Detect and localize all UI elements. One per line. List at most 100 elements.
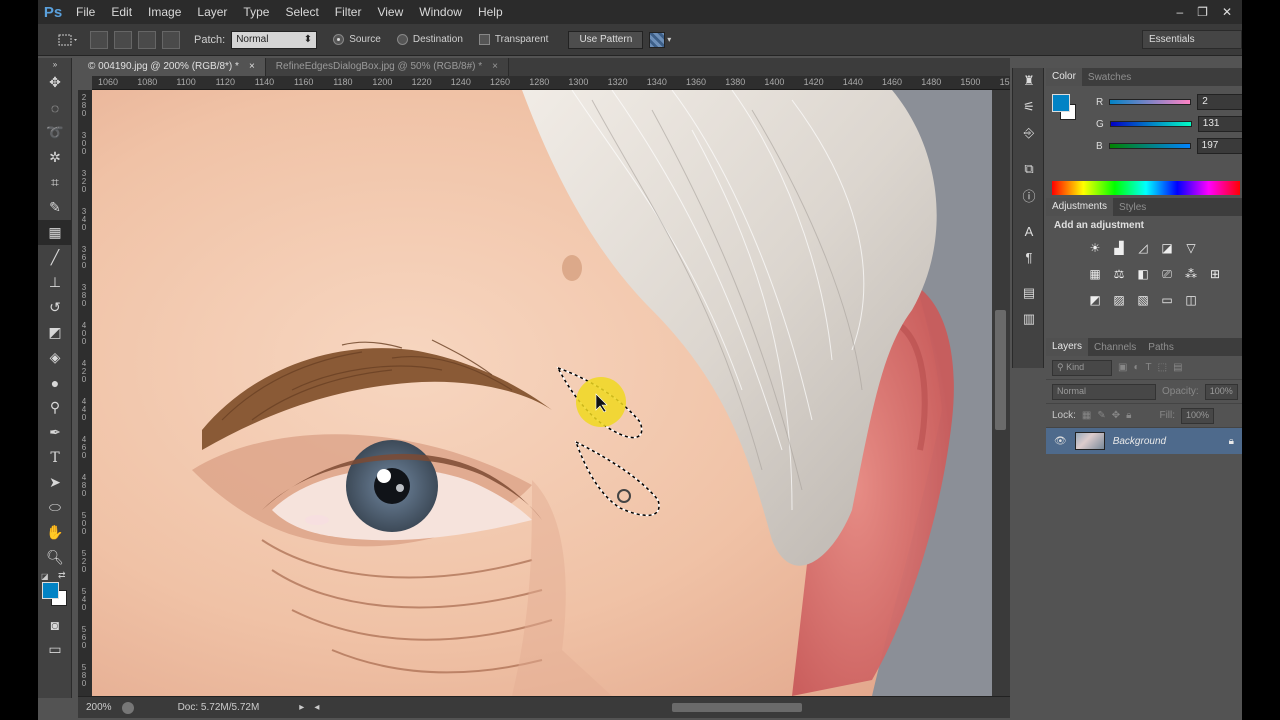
green-value-field[interactable]: 131 — [1197, 116, 1242, 132]
lock-pixels-icon[interactable]: ✎ — [1097, 410, 1105, 421]
menu-item-view[interactable]: View — [369, 0, 411, 24]
scroll-left-icon[interactable]: ◂ — [314, 702, 319, 713]
lock-transparent-icon[interactable]: ▦ — [1082, 410, 1091, 421]
clone-stamp-tool-icon[interactable]: ⊥ — [38, 270, 72, 295]
paint-bucket-tool-icon[interactable]: ◈ — [38, 345, 72, 370]
document-canvas[interactable] — [92, 90, 992, 696]
close-tab-icon[interactable]: × — [249, 58, 255, 76]
restore-button[interactable]: ❐ — [1197, 5, 1208, 19]
path-selection-tool-icon[interactable]: ➤ — [38, 470, 72, 495]
character-panel-icon[interactable]: A — [1013, 218, 1045, 244]
slider-blue[interactable]: B 197 — [1096, 138, 1242, 154]
lasso-tool-icon[interactable]: ➰ — [38, 120, 72, 145]
workspace-switcher[interactable]: Essentials — [1142, 30, 1242, 49]
add-to-selection-button[interactable] — [114, 30, 132, 49]
brightness-contrast-icon[interactable]: ☀ — [1086, 240, 1104, 256]
color-swatches[interactable]: ◪ ⇄ — [38, 570, 72, 612]
destination-radio[interactable]: Destination — [396, 34, 463, 45]
menu-item-filter[interactable]: Filter — [327, 0, 370, 24]
clone-source-icon[interactable]: ⎆ — [1013, 120, 1045, 146]
ruler-vertical[interactable]: 2 8 0 3 0 0 3 2 0 3 4 0 3 6 0 3 8 0 4 0 0 4 2 0… — [78, 90, 92, 696]
new-selection-button[interactable] — [90, 30, 108, 49]
doc-tab[interactable]: RefineEdgesDialogBox.jpg @ 50% (RGB/8#) … — [265, 58, 509, 76]
layer-row-background[interactable]: 👁︎ Background 🔒︎ — [1046, 428, 1242, 454]
posterize-icon[interactable]: ▨ — [1110, 292, 1128, 308]
notes-panel-icon[interactable]: ▤ — [1013, 280, 1045, 306]
gradient-map-icon[interactable]: ▭ — [1158, 292, 1176, 308]
channel-mixer-icon[interactable]: ⁂ — [1182, 266, 1200, 282]
eyedropper-tool-icon[interactable]: ✎ — [38, 195, 72, 220]
paragraph-panel-icon[interactable]: ¶ — [1013, 244, 1045, 270]
black-white-icon[interactable]: ◧ — [1134, 266, 1152, 282]
hue-saturation-icon[interactable]: ▦ — [1086, 266, 1104, 282]
invert-icon[interactable]: ◩ — [1086, 292, 1104, 308]
tool-preset-picker[interactable] — [52, 29, 84, 51]
transparent-checkbox[interactable]: Transparent — [478, 34, 548, 45]
crop-tool-icon[interactable]: ⌗ — [38, 170, 72, 195]
lock-all-icon[interactable]: 🔒︎ — [1126, 410, 1131, 421]
source-radio[interactable]: Source — [333, 34, 381, 45]
zoom-tool-icon[interactable]: 🔍︎ — [38, 545, 72, 570]
photo-filter-icon[interactable]: ⎚ — [1158, 266, 1176, 282]
eraser-tool-icon[interactable]: ◩ — [38, 320, 72, 345]
green-slider-track[interactable] — [1109, 121, 1192, 127]
history-brush-panel-icon[interactable]: ♜ — [1013, 68, 1045, 94]
levels-icon[interactable]: ▟ — [1110, 240, 1128, 256]
use-pattern-button[interactable]: Use Pattern — [568, 30, 644, 49]
shape-tool-icon[interactable]: ⬭ — [38, 495, 72, 520]
doc-tab-active[interactable]: © 004190.jpg @ 200% (RGB/8*) * × — [78, 58, 266, 76]
hand-tool-icon[interactable]: ✋ — [38, 520, 72, 545]
status-menu-arrow-icon[interactable]: ▸ — [299, 702, 304, 713]
marquee-tool-icon[interactable]: ◌ — [38, 95, 72, 120]
lock-position-icon[interactable]: ✥ — [1112, 410, 1120, 421]
eye-icon[interactable]: 👁︎ — [1054, 436, 1067, 447]
screen-mode-icon[interactable]: ▭ — [38, 637, 72, 662]
intersect-selection-button[interactable] — [162, 30, 180, 49]
type-tool-icon[interactable]: T — [38, 445, 72, 470]
subtract-selection-button[interactable] — [138, 30, 156, 49]
color-spectrum[interactable] — [1052, 181, 1240, 195]
scroll-thumb[interactable] — [995, 310, 1006, 430]
filter-pixel-icon[interactable]: ▣ — [1118, 362, 1127, 373]
tab-styles[interactable]: Styles — [1113, 202, 1152, 213]
curves-icon[interactable]: ◿ — [1134, 240, 1152, 256]
brush-tool-icon[interactable]: ╱ — [38, 245, 72, 270]
pen-tool-icon[interactable]: ✒ — [38, 420, 72, 445]
blue-slider-track[interactable] — [1108, 143, 1191, 149]
brush-presets-icon[interactable]: ⚟ — [1013, 94, 1045, 120]
tab-swatches[interactable]: Swatches — [1082, 72, 1137, 83]
swap-colors-icon[interactable]: ⇄ — [58, 570, 66, 581]
ruler-horizontal[interactable]: 1060 1080 1100 1120 1140 1160 1180 1200 1220 1240… — [92, 76, 1010, 90]
blue-value-field[interactable]: 197 — [1196, 138, 1242, 154]
menu-item-layer[interactable]: Layer — [189, 0, 235, 24]
collapse-arrows-icon[interactable]: » — [38, 58, 72, 70]
quick-mask-icon[interactable]: ◙ — [38, 612, 72, 637]
menu-item-image[interactable]: Image — [140, 0, 189, 24]
vibrance-icon[interactable]: ▽ — [1182, 240, 1200, 256]
move-tool-icon[interactable]: ✥ — [38, 70, 72, 95]
default-colors-icon[interactable]: ◪ — [41, 572, 49, 581]
close-tab-icon[interactable]: × — [492, 58, 498, 76]
tab-color[interactable]: Color — [1046, 68, 1082, 86]
filter-kind-dropdown[interactable]: ⚲ Kind — [1052, 359, 1112, 376]
close-button[interactable]: ✕ — [1222, 5, 1232, 19]
minimize-button[interactable]: – — [1176, 5, 1183, 19]
3d-panel-icon[interactable]: ⧉ — [1013, 156, 1045, 182]
properties-panel-icon[interactable]: ▥ — [1013, 306, 1045, 332]
filter-type-icon[interactable]: T — [1146, 362, 1152, 373]
filter-adjustment-icon[interactable]: ◐ — [1133, 362, 1139, 373]
patch-mode-dropdown[interactable]: Normal ⬍ — [231, 30, 318, 49]
tab-channels[interactable]: Channels — [1088, 342, 1142, 353]
menu-item-type[interactable]: Type — [235, 0, 277, 24]
selective-color-icon[interactable]: ◫ — [1182, 292, 1200, 308]
patch-tool-icon[interactable]: ▦ — [38, 220, 72, 245]
blur-tool-icon[interactable]: ● — [38, 370, 72, 395]
red-slider-track[interactable] — [1109, 99, 1192, 105]
threshold-icon[interactable]: ▧ — [1134, 292, 1152, 308]
slider-red[interactable]: R 2 — [1096, 94, 1242, 110]
slider-green[interactable]: G 131 — [1096, 116, 1242, 132]
horizontal-scroll-thumb[interactable] — [672, 703, 802, 712]
menu-item-edit[interactable]: Edit — [103, 0, 140, 24]
blend-mode-dropdown[interactable]: Normal — [1052, 383, 1156, 400]
filter-shape-icon[interactable]: ⬚ — [1158, 362, 1167, 373]
